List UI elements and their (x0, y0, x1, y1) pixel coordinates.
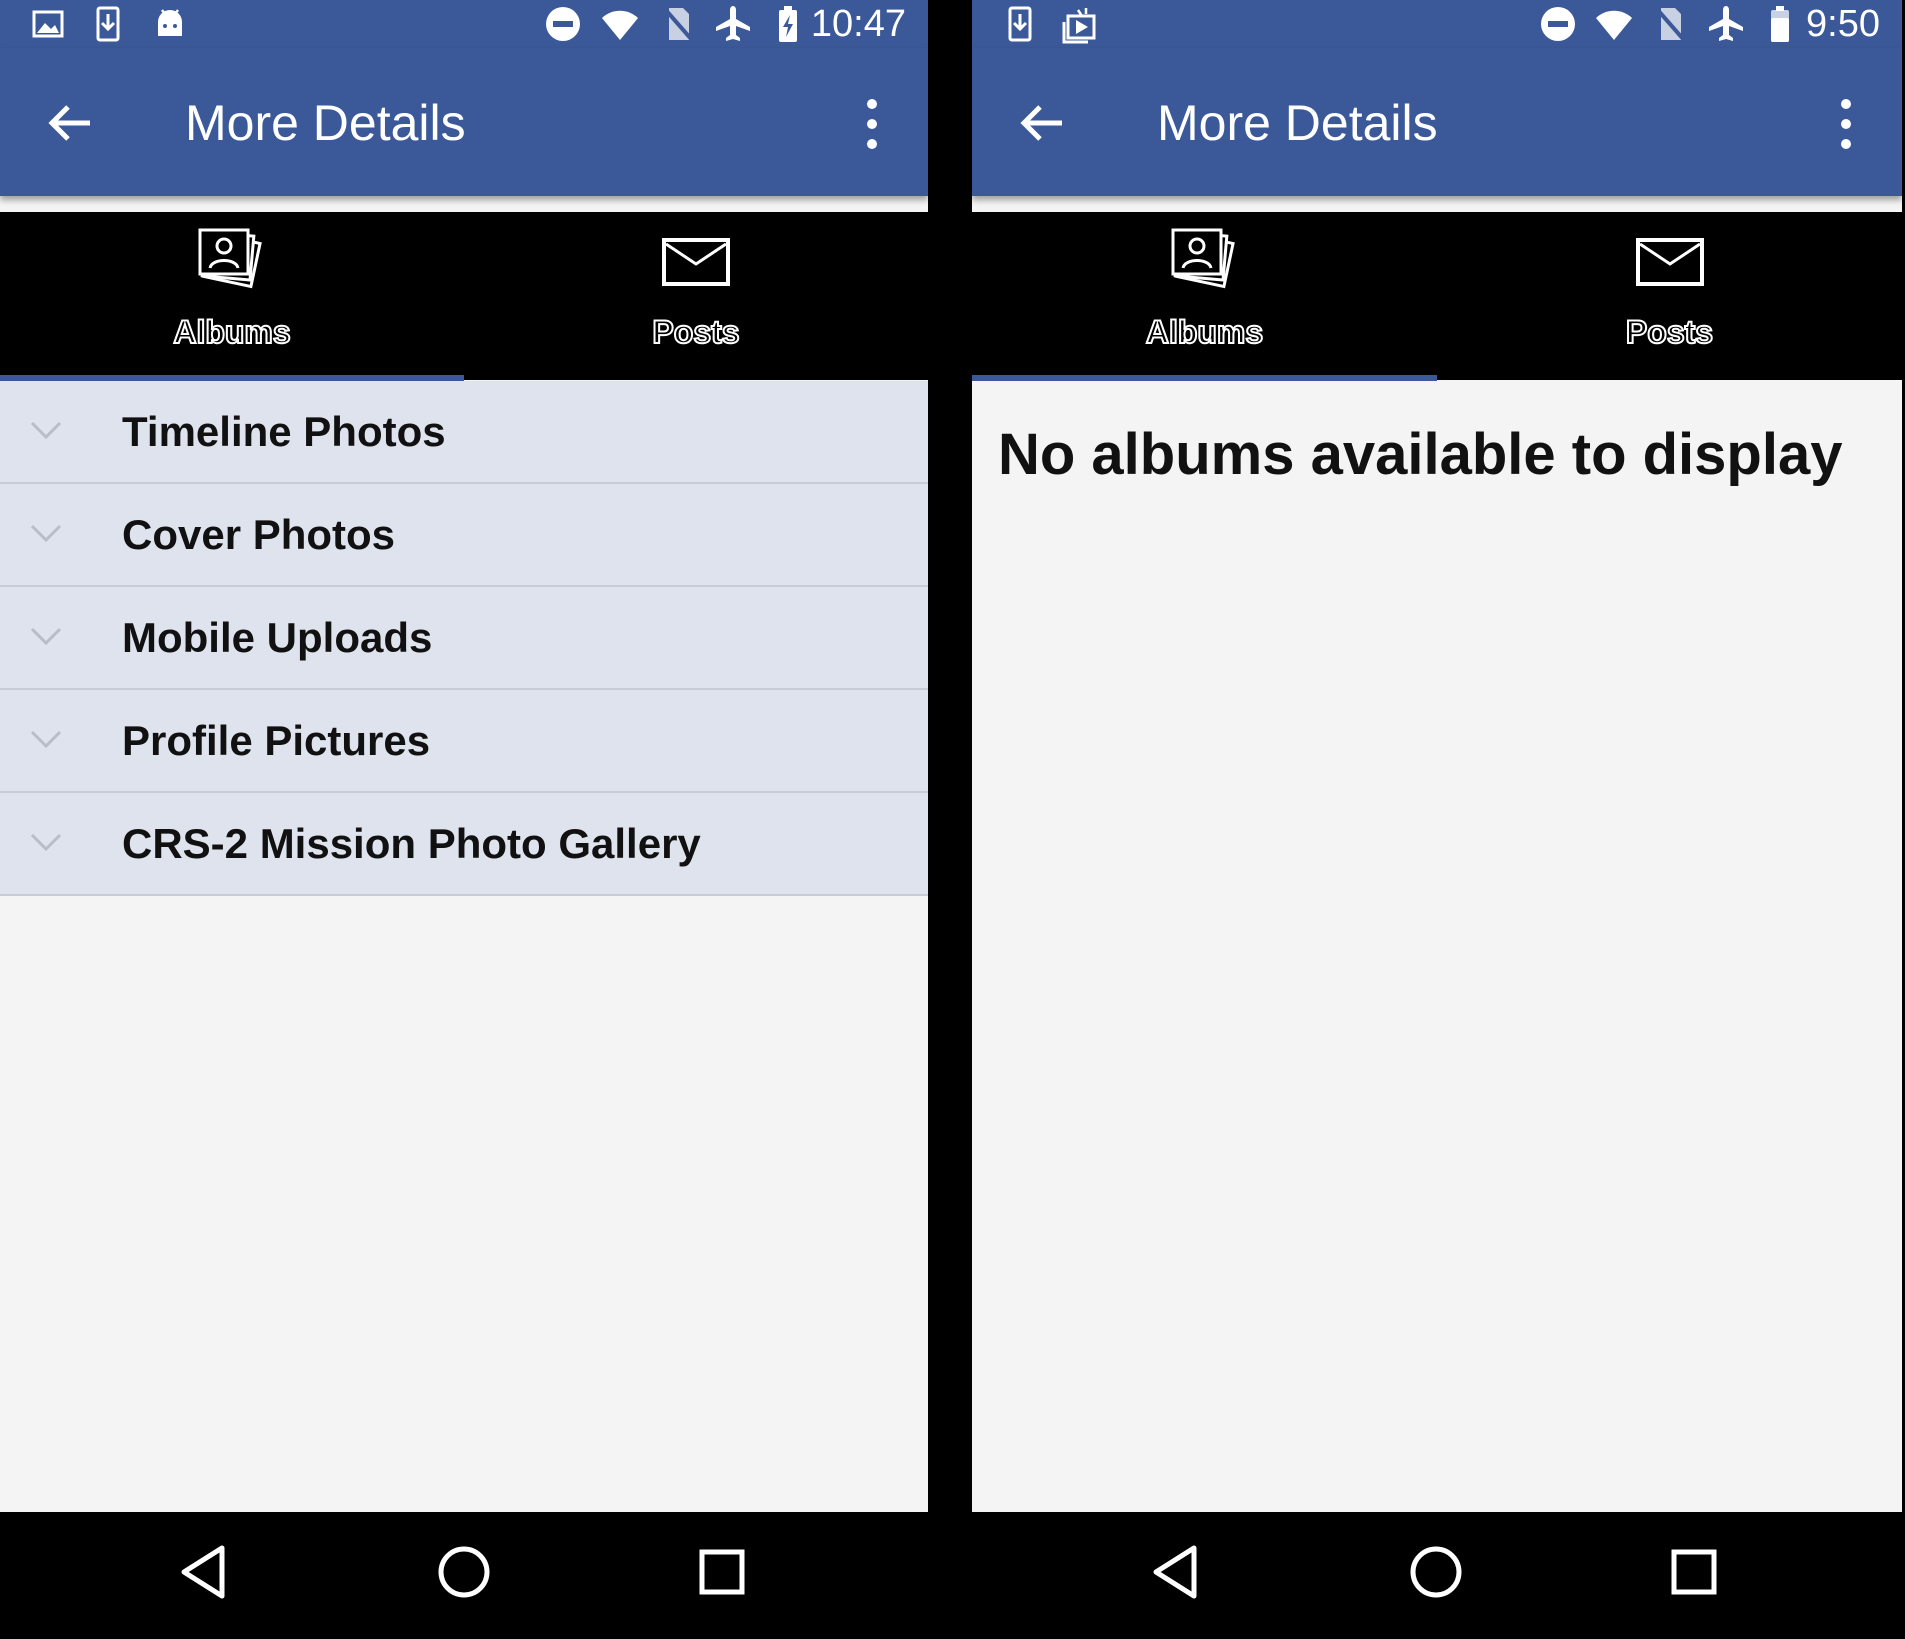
envelope-icon (656, 222, 736, 302)
list-item[interactable]: Cover Photos (0, 484, 928, 587)
page-title: More Details (185, 95, 466, 151)
download-notification-icon (88, 4, 128, 44)
chevron-down-icon (28, 520, 64, 548)
android-notification-icon (150, 4, 190, 44)
right-phone-screen: 9:50 More Details Albums Posts No albums… (972, 0, 1902, 1639)
chevron-down-icon (28, 829, 64, 857)
system-nav-bar (0, 1512, 928, 1639)
tab-bar: Albums Posts (0, 212, 928, 380)
status-bar: 9:50 (972, 0, 1902, 48)
no-sim-icon (658, 4, 698, 44)
airplane-mode-icon (1706, 4, 1746, 44)
battery-charging-icon (768, 4, 808, 44)
system-nav-bar (972, 1512, 1902, 1639)
wifi-icon (1594, 4, 1634, 44)
envelope-icon (1630, 222, 1710, 302)
album-name: Cover Photos (122, 511, 396, 558)
download-notification-icon (1000, 4, 1040, 44)
wifi-icon (600, 4, 640, 44)
tab-posts-label: Posts (651, 313, 740, 351)
back-triangle-icon[interactable] (1144, 1540, 1208, 1604)
back-arrow-icon[interactable] (1014, 95, 1070, 151)
no-sim-icon (1650, 4, 1690, 44)
left-phone-screen: 10:47 More Details Albums Posts Timeline… (0, 0, 928, 1639)
recents-square-icon[interactable] (1662, 1540, 1726, 1604)
album-name: CRS-2 Mission Photo Gallery (122, 820, 701, 867)
status-time: 9:50 (1806, 3, 1880, 45)
more-options-icon[interactable] (860, 96, 884, 152)
photos-notification-icon (1060, 4, 1100, 44)
chevron-down-icon (28, 726, 64, 754)
selected-tab-indicator (972, 375, 1437, 381)
battery-icon (1760, 4, 1800, 44)
status-time: 10:47 (810, 3, 906, 45)
back-arrow-icon[interactable] (42, 95, 98, 151)
tab-albums[interactable]: Albums (972, 212, 1437, 380)
app-toolbar: More Details (972, 48, 1902, 196)
list-item[interactable]: Timeline Photos (0, 381, 928, 484)
album-name: Timeline Photos (122, 408, 446, 455)
home-circle-icon[interactable] (432, 1540, 496, 1604)
page-title: More Details (1157, 95, 1438, 151)
tab-albums[interactable]: Albums (0, 212, 464, 380)
list-item[interactable]: Profile Pictures (0, 690, 928, 793)
tab-albums-label: Albums (172, 313, 291, 351)
chevron-down-icon (28, 623, 64, 651)
tab-posts[interactable]: Posts (1437, 212, 1902, 380)
status-bar: 10:47 (0, 0, 928, 48)
home-circle-icon[interactable] (1404, 1540, 1468, 1604)
empty-state-message: No albums available to display (998, 422, 1843, 487)
do-not-disturb-icon (1538, 4, 1578, 44)
more-options-icon[interactable] (1834, 96, 1858, 152)
album-name: Mobile Uploads (122, 614, 433, 661)
back-triangle-icon[interactable] (172, 1540, 236, 1604)
album-name: Profile Pictures (122, 717, 431, 764)
recents-square-icon[interactable] (690, 1540, 754, 1604)
albums-icon (192, 222, 272, 302)
tab-posts[interactable]: Posts (464, 212, 928, 380)
airplane-mode-icon (713, 4, 753, 44)
chevron-down-icon (28, 417, 64, 445)
tab-posts-label: Posts (1625, 313, 1714, 351)
do-not-disturb-icon (543, 4, 583, 44)
album-list: Timeline Photos Cover Photos Mobile Uplo… (0, 381, 928, 896)
tab-bar: Albums Posts (972, 212, 1902, 380)
albums-icon (1165, 222, 1245, 302)
list-item[interactable]: CRS-2 Mission Photo Gallery (0, 793, 928, 896)
list-item[interactable]: Mobile Uploads (0, 587, 928, 690)
app-toolbar: More Details (0, 48, 928, 196)
image-notification-icon (28, 4, 68, 44)
tab-albums-label: Albums (1145, 313, 1264, 351)
